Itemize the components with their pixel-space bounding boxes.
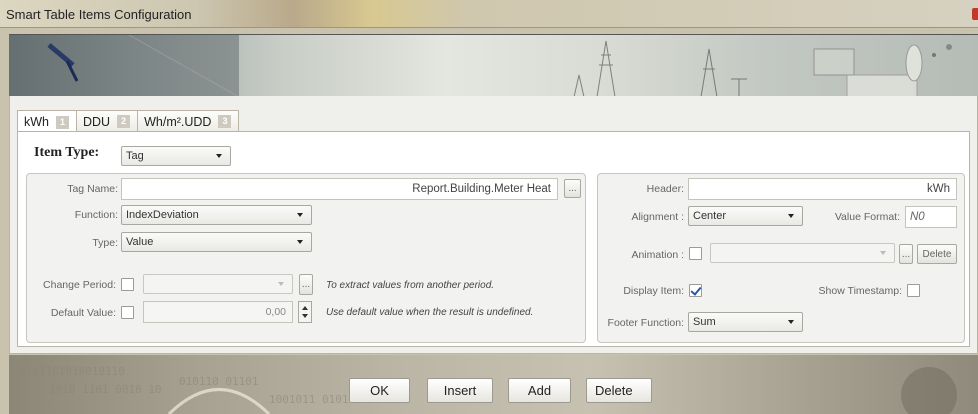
insert-button[interactable]: Insert (427, 378, 493, 403)
default-value-label: Default Value: (50, 307, 116, 319)
arrow-up-icon[interactable] (302, 306, 308, 310)
show-timestamp-checkbox[interactable] (907, 284, 920, 297)
footer-function-select[interactable]: Sum (688, 312, 803, 332)
close-icon[interactable] (972, 8, 978, 20)
change-period-browse-button[interactable]: ... (299, 274, 313, 295)
animation-browse-button[interactable]: ... (899, 244, 913, 264)
tag-name-label: Tag Name: (67, 183, 118, 195)
display-item-label: Display Item: (623, 285, 684, 297)
chevron-down-icon (788, 214, 794, 218)
show-timestamp-label: Show Timestamp: (818, 285, 902, 297)
default-value-checkbox[interactable] (121, 306, 134, 319)
function-label: Function: (74, 209, 118, 221)
svg-text:0101101010010110: 0101101010010110 (19, 365, 125, 378)
type-select[interactable]: Value (121, 232, 312, 252)
chevron-down-icon (788, 320, 794, 324)
tab-label: DDU (83, 114, 111, 129)
footer-function-value: Sum (693, 316, 716, 328)
alignment-select[interactable]: Center (688, 206, 803, 226)
tag-browse-button[interactable]: ... (564, 179, 581, 198)
ok-button[interactable]: OK (349, 378, 410, 403)
function-value: IndexDeviation (126, 209, 199, 221)
delete-button[interactable]: Delete (586, 378, 652, 403)
banner-artwork-icon (9, 35, 952, 96)
value-format-field[interactable]: N0 (905, 206, 957, 228)
alignment-value: Center (693, 210, 727, 222)
add-button[interactable]: Add (508, 378, 571, 403)
window-title: Smart Table Items Configuration (6, 7, 192, 22)
item-type-select[interactable]: Tag (121, 146, 231, 166)
arrow-down-icon[interactable] (302, 314, 308, 318)
value-format-label: Value Format: (834, 211, 900, 223)
header-label: Header: (646, 183, 684, 195)
type-value: Value (126, 236, 154, 248)
change-period-hint: To extract values from another period. (326, 280, 495, 291)
tab-label: kWh (24, 115, 49, 129)
tab-badge: 2 (117, 115, 131, 128)
tab-ddu[interactable]: DDU 2 (76, 110, 139, 132)
footer-bar: 0101101010010110 1010 1101 0010 10 01011… (9, 355, 978, 414)
default-value-hint: Use default value when the result is und… (326, 307, 534, 318)
change-period-checkbox[interactable] (121, 278, 134, 291)
footer-artwork-icon: 0101101010010110 1010 1101 0010 10 01011… (19, 365, 957, 414)
tab-badge: 3 (218, 115, 232, 128)
svg-text:1001011 0101: 1001011 0101 (269, 393, 348, 406)
tab-kwh[interactable]: kWh 1 (17, 110, 77, 133)
animation-checkbox[interactable] (689, 247, 702, 260)
tag-name-field[interactable]: Report.Building.Meter Heat (121, 178, 558, 200)
default-value-spinner[interactable] (298, 301, 312, 323)
item-type-label: Item Type: (34, 145, 100, 160)
type-label: Type: (92, 237, 118, 249)
chevron-down-icon (278, 282, 284, 286)
svg-text:1010 1101 0010 10: 1010 1101 0010 10 (49, 383, 162, 396)
svg-text:010110 01101: 010110 01101 (179, 375, 258, 388)
chevron-down-icon (297, 240, 303, 244)
header-banner (9, 34, 978, 96)
chevron-down-icon (216, 154, 222, 158)
tab-strip: kWh 1 DDU 2 Wh/m².UDD 3 (17, 110, 240, 133)
chevron-down-icon (297, 213, 303, 217)
change-period-label: Change Period: (43, 279, 116, 291)
item-type-value: Tag (126, 150, 144, 162)
chevron-down-icon (880, 251, 886, 255)
display-item-checkbox[interactable] (689, 284, 702, 297)
default-value-field[interactable]: 0,00 (143, 301, 293, 323)
animation-delete-button[interactable]: Delete (917, 244, 957, 264)
tab-label: Wh/m².UDD (144, 114, 212, 129)
footer-function-label: Footer Function: (607, 317, 684, 329)
title-bar: Smart Table Items Configuration (0, 0, 978, 28)
header-field[interactable]: kWh (688, 178, 957, 200)
tab-wh-m2-udd[interactable]: Wh/m².UDD 3 (137, 110, 240, 132)
function-select[interactable]: IndexDeviation (121, 205, 312, 225)
tab-badge: 1 (56, 115, 69, 129)
change-period-select[interactable] (143, 274, 293, 294)
animation-select[interactable] (710, 243, 895, 263)
animation-label: Animation : (631, 249, 684, 261)
alignment-label: Alignment : (631, 211, 684, 223)
